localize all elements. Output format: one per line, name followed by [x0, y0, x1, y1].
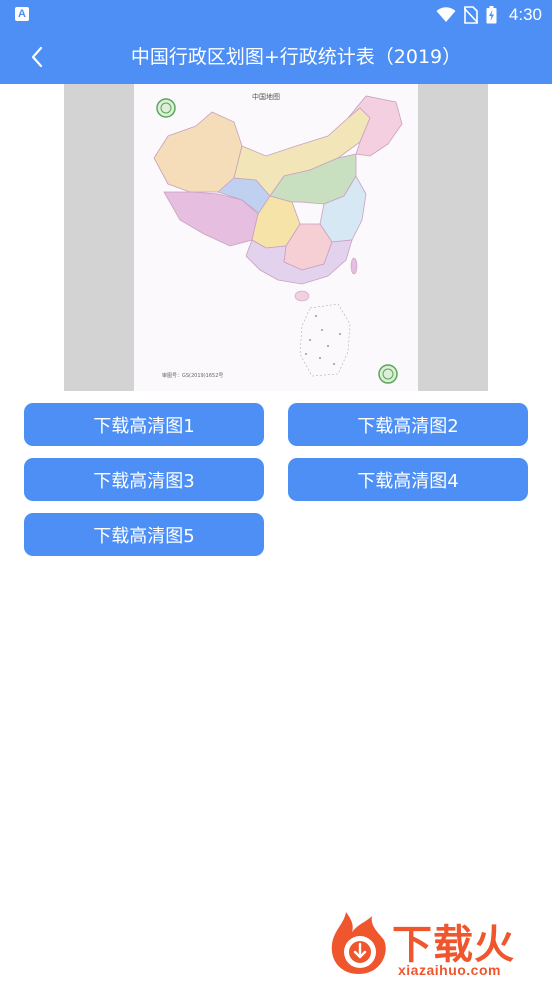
- app-bar: 中国行政区划图+行政统计表（2019）: [0, 30, 552, 84]
- wifi-icon: [436, 7, 456, 22]
- download-hd-3-button[interactable]: 下载高清图3: [24, 458, 264, 501]
- download-button-grid: 下载高清图1 下载高清图2 下载高清图3 下载高清图4 下载高清图5: [24, 403, 528, 556]
- map-preview[interactable]: 中国地图 审图号：GS(2019)1652号: [64, 84, 488, 391]
- map-image: 中国地图 审图号：GS(2019)1652号: [134, 84, 418, 391]
- china-map-icon: [153, 95, 403, 377]
- chevron-left-icon: [31, 46, 43, 68]
- map-footer: 审图号：GS(2019)1652号: [162, 373, 224, 379]
- download-hd-1-button[interactable]: 下载高清图1: [24, 403, 264, 446]
- download-hd-4-button[interactable]: 下载高清图4: [288, 458, 528, 501]
- no-sim-icon: [463, 6, 478, 24]
- watermark-logo: 下载火 xiazaihuo.com: [326, 906, 550, 982]
- watermark-domain: xiazaihuo.com: [398, 962, 501, 978]
- download-hd-2-button[interactable]: 下载高清图2: [288, 403, 528, 446]
- map-scale-seal-icon: [378, 364, 398, 384]
- battery-icon: [486, 6, 497, 24]
- status-time: 4:30: [508, 5, 542, 24]
- back-button[interactable]: [18, 38, 56, 76]
- download-hd-5-button[interactable]: 下载高清图5: [24, 513, 264, 556]
- status-bar: A 4:30: [0, 0, 552, 30]
- status-icons: 4:30: [436, 0, 542, 30]
- app-notification-icon: A: [15, 7, 29, 21]
- flame-logo-icon: [331, 912, 386, 974]
- page-title: 中国行政区划图+行政统计表（2019）: [130, 46, 462, 68]
